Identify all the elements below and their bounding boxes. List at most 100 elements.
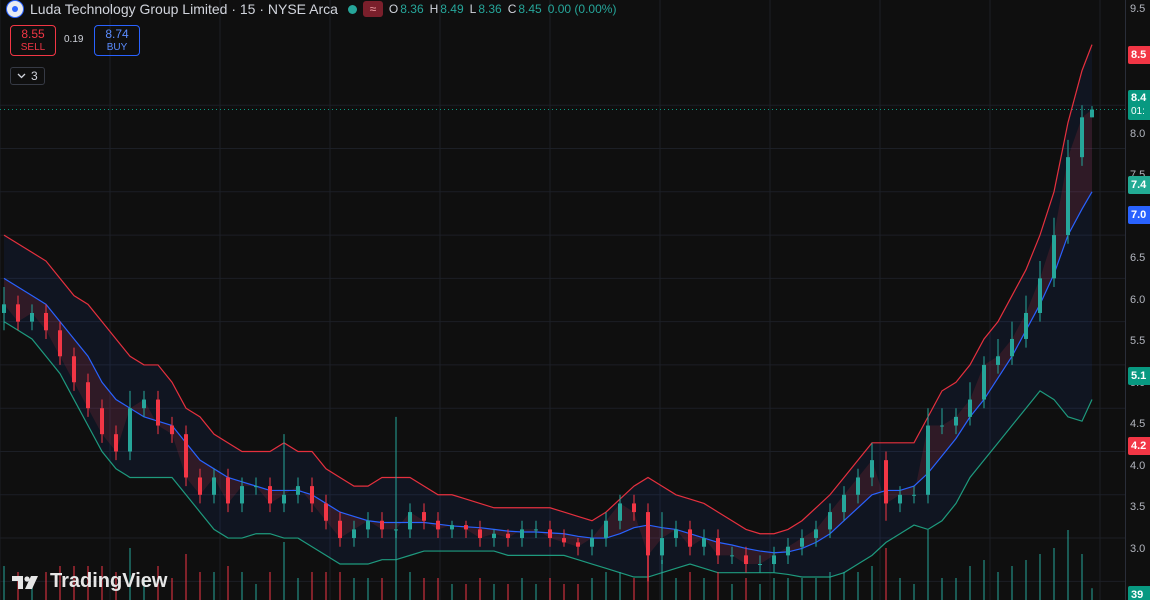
candle-body (380, 520, 384, 530)
candle-body (394, 529, 398, 531)
volume-bar (409, 572, 411, 600)
candle-body (604, 520, 608, 539)
candle-body (1038, 278, 1042, 313)
candle-body (422, 512, 426, 521)
volume-bar (339, 572, 341, 600)
volume-bar (885, 548, 887, 600)
volume-bar (535, 584, 537, 600)
tradingview-watermark[interactable]: TradingView (12, 570, 167, 593)
symbol-title[interactable]: Luda Technology Group Limited · 15 · NYS… (30, 1, 338, 17)
axis-tick: 3.0 (1130, 543, 1146, 555)
volume-bar (395, 530, 397, 600)
price-chart[interactable] (0, 0, 1126, 600)
volume-bar (605, 572, 607, 600)
candle-body (1052, 235, 1056, 279)
volume-bar (829, 572, 831, 600)
candle-body (212, 477, 216, 495)
price-label-upper-band: 8.5 (1128, 46, 1150, 64)
candle-body (884, 460, 888, 504)
price-label-inner-band: 7.4 (1128, 176, 1150, 194)
candle-body (72, 356, 76, 383)
candle-body (786, 546, 790, 556)
candle-body (940, 425, 944, 427)
candle-body (156, 399, 160, 426)
volume-bar (213, 572, 215, 600)
candle-body (408, 512, 412, 530)
wave-icon[interactable]: ≈ (362, 1, 383, 17)
candle-body (646, 512, 650, 556)
axis-tick: 4.5 (1130, 418, 1146, 430)
price-label-basis: 7.0 (1128, 206, 1150, 224)
axis-tick: 5.5 (1130, 335, 1146, 347)
volume-bar (367, 578, 369, 600)
volume-bar (507, 584, 509, 600)
candle-body (660, 538, 664, 556)
spread-value: 0.19 (64, 34, 84, 45)
candle-body (1024, 312, 1028, 339)
candle-body (506, 533, 510, 539)
volume-bar (493, 584, 495, 600)
candle-body (2, 304, 6, 313)
volume-bar (591, 578, 593, 600)
candle-body (548, 529, 552, 539)
buy-label: BUY (106, 41, 128, 53)
candle-body (828, 512, 832, 530)
volume-bar (479, 578, 481, 600)
volume-bar (983, 560, 985, 600)
volume-bar (521, 578, 523, 600)
candle-body (814, 529, 818, 539)
candle-body (366, 520, 370, 530)
candle-body (744, 555, 748, 565)
volume-bar (465, 584, 467, 600)
candle-body (226, 477, 230, 504)
volume-bar (255, 584, 257, 600)
volume-bar (563, 584, 565, 600)
candle-body (128, 408, 132, 452)
price-label-last: 8.4 01: (1128, 90, 1150, 120)
low-key: L (469, 2, 477, 16)
volume-bar (549, 578, 551, 600)
candle-body (842, 494, 846, 513)
volume-bar (731, 584, 733, 600)
volume-bar (717, 572, 719, 600)
last-price-text: 8.4 (1131, 92, 1147, 104)
volume-bar (955, 578, 957, 600)
volume-bar (577, 584, 579, 600)
candle-body (338, 520, 342, 539)
candle-body (198, 477, 202, 495)
axis-tick: 8.0 (1130, 128, 1146, 140)
open-key: O (388, 2, 399, 16)
candle-body (296, 486, 300, 495)
sell-price: 8.55 (21, 26, 45, 41)
volume-bar (1081, 554, 1083, 600)
volume-bar (269, 572, 271, 600)
volume-bar (619, 572, 621, 600)
axis-tick: 6.5 (1130, 252, 1146, 264)
market-status-icon[interactable] (347, 4, 357, 14)
candle-body (184, 434, 188, 478)
chart-area[interactable] (0, 0, 1126, 600)
candle-body (352, 529, 356, 539)
buy-button[interactable]: 8.74 BUY (94, 25, 140, 56)
sell-button[interactable]: 8.55 SELL (10, 25, 56, 56)
candle-body (86, 382, 90, 409)
candle-body (1010, 338, 1014, 357)
axis-tick: 4.0 (1130, 460, 1146, 472)
price-axis[interactable]: 9.5 8.0 7.5 6.5 6.0 5.5 5.0 4.5 4.0 3.5 … (1125, 0, 1150, 600)
candle-body (1080, 117, 1084, 158)
indicators-count: 3 (31, 69, 38, 83)
volume-bar (3, 566, 5, 600)
volume-bar (311, 572, 313, 600)
candle-body (912, 494, 916, 496)
candle-body (898, 494, 902, 504)
symbol-logo-icon (6, 0, 24, 18)
volume-bar (633, 578, 635, 600)
candle-body (632, 503, 636, 513)
candle-body (716, 538, 720, 556)
axis-tick: 3.5 (1130, 501, 1146, 513)
candle-body (996, 356, 1000, 365)
candle-body (730, 555, 734, 557)
candle-body (58, 330, 62, 357)
indicators-toggle-button[interactable]: 3 (10, 67, 45, 85)
volume-bar (1025, 560, 1027, 600)
